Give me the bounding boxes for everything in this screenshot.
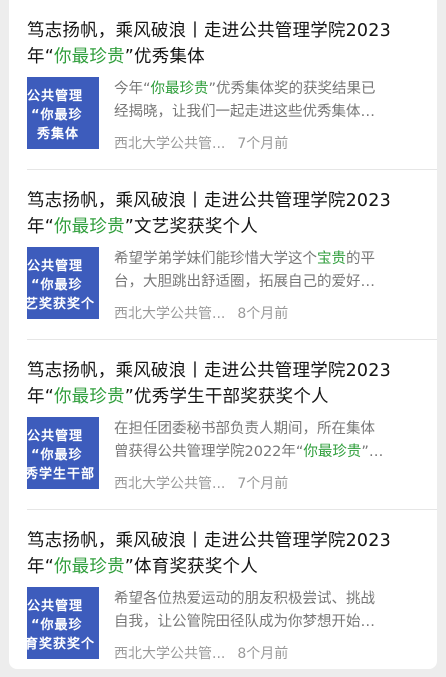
article-meta: 西北大学公共管... 7个月前: [114, 133, 288, 153]
article-item[interactable]: 笃志扬帆，乘风破浪丨走进公共管理学院2023年“你最珍贵”文艺奖获奖个人 公共管…: [9, 170, 437, 340]
article-excerpt: 在担任团委秘书部负责人期间，所在集体 曾获得公共管理学院2022年“你最珍贵”…: [114, 421, 384, 460]
article-time: 7个月前: [237, 476, 289, 492]
article-time: 7个月前: [237, 136, 289, 152]
keyword-highlight: 你最珍贵: [53, 557, 125, 577]
article-thumbnail[interactable]: 公共管理 “你最珍 育奖获奖个: [27, 587, 99, 659]
keyword-highlight: 你最珍贵: [53, 47, 125, 67]
article-time: 8个月前: [237, 646, 289, 662]
keyword-highlight: 你最珍贵: [53, 217, 125, 237]
article-source: 西北大学公共管...: [114, 306, 226, 322]
article-meta: 西北大学公共管... 7个月前: [114, 473, 288, 493]
article-thumbnail[interactable]: 公共管理 “你最珍 秀学生干部: [27, 417, 99, 489]
article-item[interactable]: 笃志扬帆，乘风破浪丨走进公共管理学院2023年“你最珍贵”体育奖获奖个人 公共管…: [9, 510, 437, 669]
keyword-highlight: 你最珍贵: [53, 387, 125, 407]
article-item[interactable]: 笃志扬帆，乘风破浪丨走进公共管理学院2023年“你最珍贵”优秀学生干部奖获奖个人…: [9, 340, 437, 510]
article-list-card: 笃志扬帆，乘风破浪丨走进公共管理学院2023年“你最珍贵”优秀集体 公共管理 “…: [9, 0, 437, 669]
article-thumbnail[interactable]: 公共管理 “你最珍 秀集体: [27, 77, 99, 149]
article-title[interactable]: 笃志扬帆，乘风破浪丨走进公共管理学院2023年“你最珍贵”体育奖获奖个人: [27, 528, 427, 580]
article-meta: 西北大学公共管... 8个月前: [114, 303, 288, 323]
article-excerpt: 希望学弟学妹们能珍惜大学这个宝贵的平 台，大胆跳出舒适圈，拓展自己的爱好…: [114, 251, 375, 290]
article-excerpt: 希望各位热爱运动的朋友积极尝试、挑战 自我，让公管院田径队成为你梦想开始…: [114, 591, 375, 630]
article-item[interactable]: 笃志扬帆，乘风破浪丨走进公共管理学院2023年“你最珍贵”优秀集体 公共管理 “…: [9, 0, 437, 170]
article-time: 8个月前: [237, 306, 289, 322]
article-title[interactable]: 笃志扬帆，乘风破浪丨走进公共管理学院2023年“你最珍贵”优秀集体: [27, 18, 427, 70]
article-thumbnail[interactable]: 公共管理 “你最珍 艺奖获奖个: [27, 247, 99, 319]
article-source: 西北大学公共管...: [114, 646, 226, 662]
article-title[interactable]: 笃志扬帆，乘风破浪丨走进公共管理学院2023年“你最珍贵”文艺奖获奖个人: [27, 188, 427, 240]
article-source: 西北大学公共管...: [114, 136, 226, 152]
article-title[interactable]: 笃志扬帆，乘风破浪丨走进公共管理学院2023年“你最珍贵”优秀学生干部奖获奖个人: [27, 358, 427, 410]
article-excerpt: 今年“你最珍贵”优秀集体奖的获奖结果已 经揭晓，让我们一起走进这些优秀集体…: [114, 81, 376, 120]
article-meta: 西北大学公共管... 8个月前: [114, 643, 288, 663]
article-source: 西北大学公共管...: [114, 476, 226, 492]
